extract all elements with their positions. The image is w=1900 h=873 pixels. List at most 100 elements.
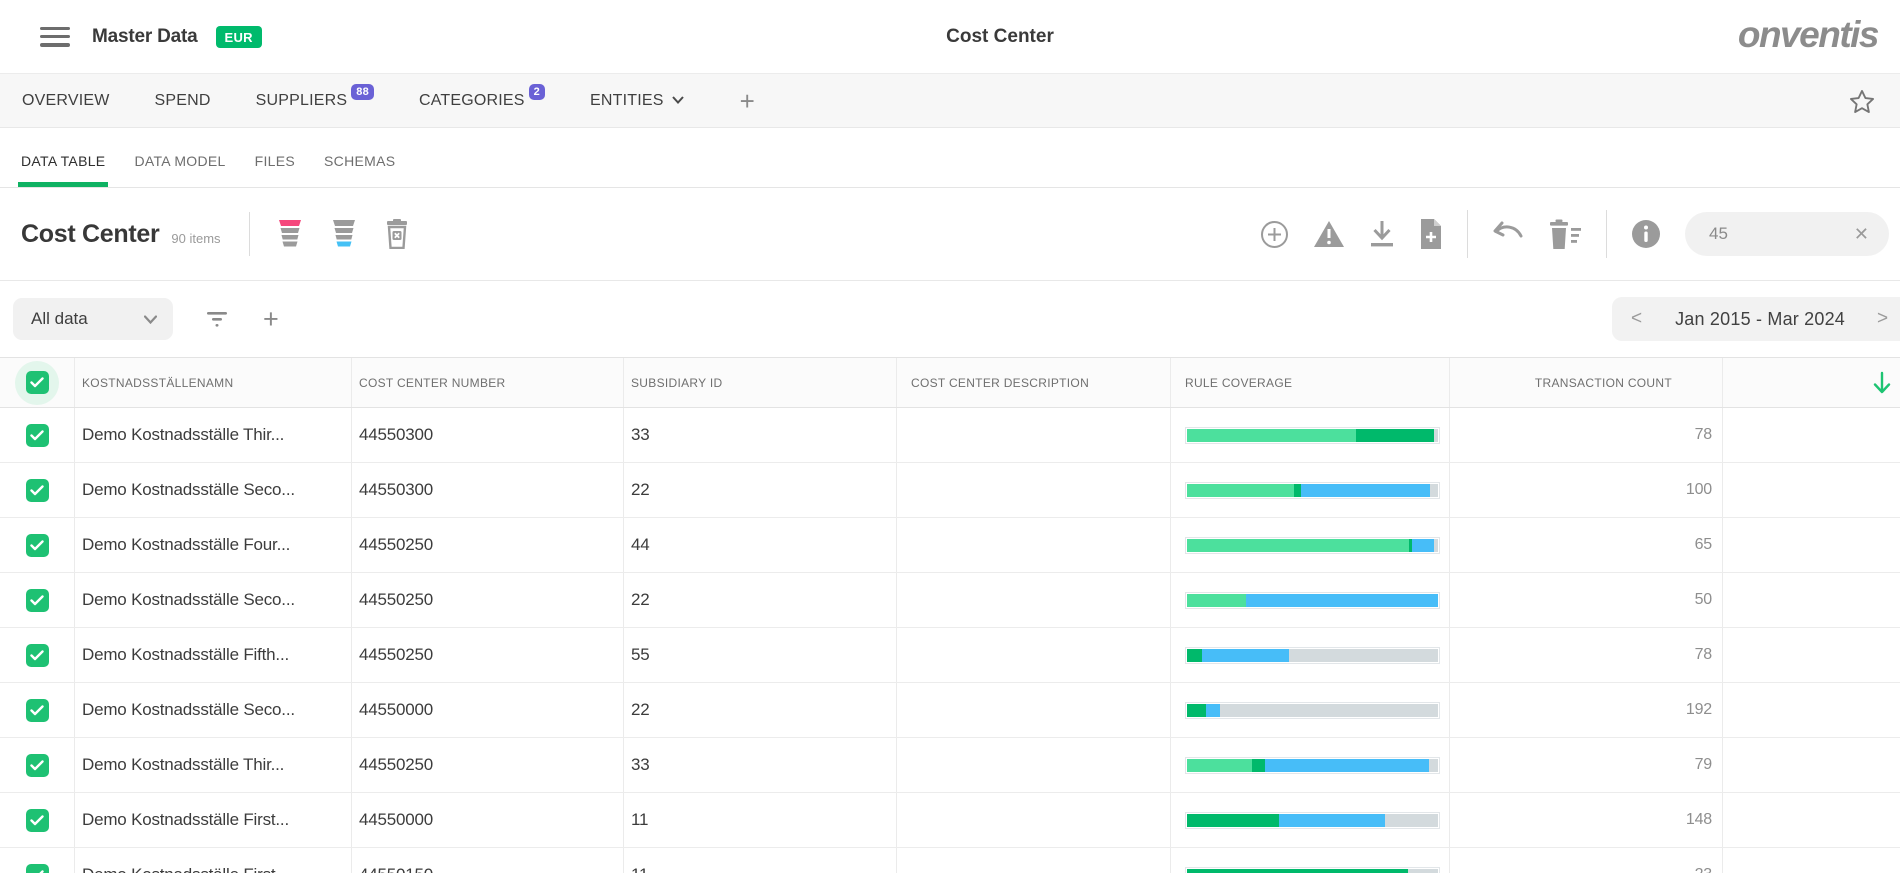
coverage-bar bbox=[1185, 702, 1440, 719]
divider bbox=[249, 212, 250, 256]
cell-rule-coverage bbox=[1171, 463, 1450, 517]
date-range-picker[interactable]: < Jan 2015 - Mar 2024 > bbox=[1612, 297, 1900, 341]
row-checkbox[interactable] bbox=[26, 479, 49, 502]
add-circle-icon[interactable] bbox=[1260, 220, 1289, 249]
nav-tab-label: ENTITIES bbox=[590, 92, 664, 110]
table-row[interactable]: Demo Kostnadsställe Fifth...445502505578 bbox=[0, 628, 1900, 683]
table-body: Demo Kostnadsställe Thir...445503003378D… bbox=[0, 408, 1900, 873]
coverage-bar bbox=[1185, 757, 1440, 774]
column-header-name[interactable]: KOSTNADSSTÄLLENAMN bbox=[75, 358, 352, 407]
coverage-segment-blue bbox=[1202, 649, 1289, 662]
database-pink-icon[interactable] bbox=[276, 219, 304, 249]
selection-count-field[interactable]: 45 ✕ bbox=[1685, 212, 1889, 256]
column-header-description[interactable]: COST CENTER DESCRIPTION bbox=[897, 358, 1171, 407]
row-checkbox[interactable] bbox=[26, 754, 49, 777]
cell-description bbox=[897, 738, 1171, 792]
row-checkbox[interactable] bbox=[26, 589, 49, 612]
add-tab-button[interactable]: + bbox=[740, 91, 755, 111]
cell-transaction-count: 100 bbox=[1450, 463, 1723, 517]
caret-down-icon bbox=[144, 315, 157, 324]
column-header-subsidiary[interactable]: SUBSIDIARY ID bbox=[624, 358, 897, 407]
tab-files[interactable]: FILES bbox=[255, 153, 295, 187]
table-row[interactable]: Demo Kostnadsställe Seco...4455030022100 bbox=[0, 463, 1900, 518]
favorite-star-icon[interactable] bbox=[1848, 88, 1876, 116]
undo-icon[interactable] bbox=[1492, 221, 1524, 247]
row-checkbox[interactable] bbox=[26, 809, 49, 832]
cell-name: Demo Kostnadsställe Seco... bbox=[75, 683, 352, 737]
filter-bar: All data + < Jan 2015 - Mar 2024 > bbox=[0, 281, 1900, 357]
tab-schemas[interactable]: SCHEMAS bbox=[324, 153, 395, 187]
cell-rule-coverage bbox=[1171, 793, 1450, 847]
divider bbox=[1467, 210, 1468, 258]
delete-list-icon[interactable] bbox=[1548, 219, 1582, 249]
nav-tab-entities[interactable]: ENTITIES bbox=[590, 92, 685, 110]
coverage-segment-light_green bbox=[1187, 539, 1409, 552]
table-header-row: KOSTNADSSTÄLLENAMN COST CENTER NUMBER SU… bbox=[0, 358, 1900, 408]
row-checkbox[interactable] bbox=[26, 644, 49, 667]
cell-description bbox=[897, 848, 1171, 873]
cell-rule-coverage bbox=[1171, 628, 1450, 682]
hamburger-menu-icon[interactable] bbox=[40, 27, 70, 47]
toolbar-right-group: 45 ✕ bbox=[1236, 210, 1889, 258]
row-select-cell bbox=[0, 408, 75, 462]
column-header-transaction-count[interactable]: TRANSACTION COUNT bbox=[1450, 358, 1723, 407]
cell-description bbox=[897, 793, 1171, 847]
cell-name: Demo Kostnadsställe Fifth... bbox=[75, 628, 352, 682]
table-row[interactable]: Demo Kostnadsställe Thir...445502503379 bbox=[0, 738, 1900, 793]
cell-rule-coverage bbox=[1171, 848, 1450, 873]
row-select-cell bbox=[0, 573, 75, 627]
table-row[interactable]: Demo Kostnadsställe Seco...445502502250 bbox=[0, 573, 1900, 628]
add-filter-button[interactable]: + bbox=[263, 304, 279, 335]
table-row[interactable]: Demo Kostnadsställe First...445501501123 bbox=[0, 848, 1900, 873]
warning-icon[interactable] bbox=[1313, 220, 1345, 248]
nav-tab-overview[interactable]: OVERVIEW bbox=[22, 92, 110, 110]
trash-x-icon[interactable] bbox=[384, 219, 410, 249]
file-add-icon[interactable] bbox=[1419, 219, 1443, 249]
nav-tab-spend[interactable]: SPEND bbox=[155, 92, 211, 110]
tab-data-table[interactable]: DATA TABLE bbox=[21, 153, 105, 187]
view-selector-dropdown[interactable]: All data bbox=[13, 298, 173, 340]
row-checkbox[interactable] bbox=[26, 424, 49, 447]
cell-name: Demo Kostnadsställe Seco... bbox=[75, 463, 352, 517]
clear-selection-icon[interactable]: ✕ bbox=[1854, 224, 1869, 245]
cell-transaction-count: 23 bbox=[1450, 848, 1723, 873]
info-icon[interactable] bbox=[1631, 219, 1661, 249]
table-row[interactable]: Demo Kostnadsställe First...445500001114… bbox=[0, 793, 1900, 848]
cell-cost-center-number: 44550000 bbox=[352, 683, 624, 737]
sort-down-arrow-icon[interactable] bbox=[1872, 371, 1892, 395]
coverage-bar bbox=[1185, 812, 1440, 829]
column-header-extra bbox=[1723, 358, 1900, 407]
coverage-segment-blue bbox=[1412, 539, 1435, 552]
nav-tab-label: OVERVIEW bbox=[22, 92, 110, 110]
coverage-segment-dark_green bbox=[1187, 704, 1206, 717]
coverage-segment-blue bbox=[1206, 704, 1220, 717]
cell-rule-coverage bbox=[1171, 518, 1450, 572]
table-row[interactable]: Demo Kostnadsställe Four...445502504465 bbox=[0, 518, 1900, 573]
row-select-cell bbox=[0, 518, 75, 572]
column-header-rule-coverage[interactable]: RULE COVERAGE bbox=[1171, 358, 1450, 407]
coverage-bar bbox=[1185, 647, 1440, 664]
download-icon[interactable] bbox=[1369, 220, 1395, 249]
nav-tab-label: CATEGORIES bbox=[419, 92, 525, 110]
next-period-icon[interactable]: > bbox=[1877, 308, 1888, 330]
cell-transaction-count: 78 bbox=[1450, 628, 1723, 682]
tab-data-model[interactable]: DATA MODEL bbox=[134, 153, 225, 187]
cell-transaction-count: 65 bbox=[1450, 518, 1723, 572]
cell-description bbox=[897, 683, 1171, 737]
table-row[interactable]: Demo Kostnadsställe Thir...445503003378 bbox=[0, 408, 1900, 463]
table-row[interactable]: Demo Kostnadsställe Seco...4455000022192 bbox=[0, 683, 1900, 738]
prev-period-icon[interactable]: < bbox=[1631, 308, 1642, 330]
nav-tab-suppliers[interactable]: SUPPLIERS 88 bbox=[256, 92, 374, 110]
database-blue-icon[interactable] bbox=[330, 219, 358, 249]
row-checkbox[interactable] bbox=[26, 699, 49, 722]
nav-tab-categories[interactable]: CATEGORIES 2 bbox=[419, 92, 545, 110]
row-checkbox[interactable] bbox=[26, 534, 49, 557]
date-range-value: Jan 2015 - Mar 2024 bbox=[1675, 309, 1845, 330]
filter-funnel-icon[interactable] bbox=[205, 309, 229, 329]
column-header-number[interactable]: COST CENTER NUMBER bbox=[352, 358, 624, 407]
cell-transaction-count: 79 bbox=[1450, 738, 1723, 792]
coverage-bar bbox=[1185, 592, 1440, 609]
select-all-checkbox[interactable] bbox=[26, 371, 49, 394]
coverage-segment-light_green bbox=[1187, 594, 1246, 607]
row-checkbox[interactable] bbox=[26, 864, 49, 873]
